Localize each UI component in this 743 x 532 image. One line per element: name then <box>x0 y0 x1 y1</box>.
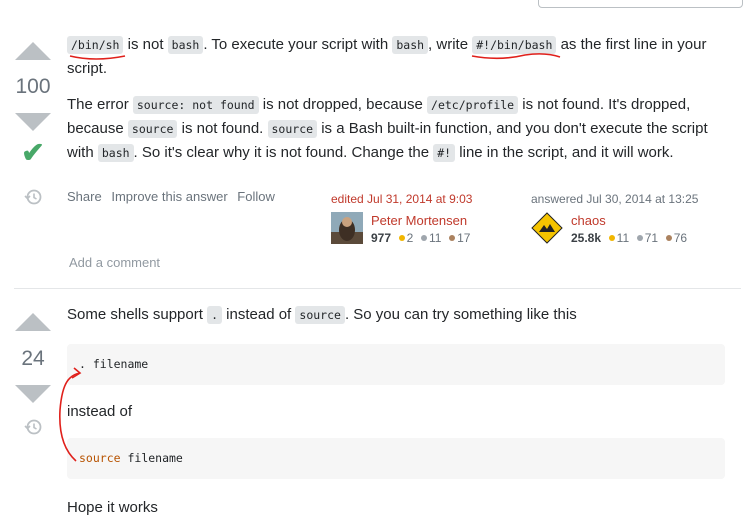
silver-badge-icon <box>420 235 427 242</box>
answer-paragraph: The error source: not found is not dropp… <box>67 96 708 162</box>
inline-code: /etc/profile <box>427 96 519 114</box>
history-icon[interactable] <box>23 417 43 437</box>
code-block: source filename <box>67 438 725 479</box>
answer-paragraph: instead of <box>67 403 133 420</box>
downvote-button[interactable] <box>15 385 51 403</box>
add-comment-link[interactable]: Add a comment <box>69 255 160 270</box>
avatar[interactable] <box>531 212 563 244</box>
answer-paragraph: Hope it works <box>67 499 158 516</box>
gold-badge-icon <box>398 235 405 242</box>
user-name[interactable]: chaos <box>571 212 687 229</box>
inline-code: #!/bin/bash <box>472 36 557 54</box>
edited-user-card: edited Jul 31, 2014 at 9:03 Peter Morten… <box>331 192 473 245</box>
gold-badge-icon <box>608 235 615 242</box>
user-name[interactable]: Peter Mortensen <box>371 212 470 229</box>
upvote-button[interactable] <box>15 42 51 60</box>
inline-code: /bin/sh <box>67 36 124 54</box>
share-link[interactable]: Share <box>67 189 102 204</box>
follow-link[interactable]: Follow <box>237 189 275 204</box>
silver-badge-icon <box>636 235 643 242</box>
avatar[interactable] <box>331 212 363 244</box>
vote-column-answer-2: 24 <box>9 313 57 437</box>
reputation: 25.8k <box>571 231 602 245</box>
answered-user-card: answered Jul 30, 2014 at 13:25 chaos 25.… <box>531 192 699 245</box>
inline-code: bash <box>167 36 204 54</box>
code-block: . filename <box>67 344 725 385</box>
inline-code: source <box>127 120 178 138</box>
post-actions: Share Improve this answer Follow <box>67 189 281 204</box>
bronze-badge-icon <box>665 235 672 242</box>
answered-timestamp[interactable]: answered Jul 30, 2014 at 13:25 <box>531 192 698 206</box>
inline-code: source: not found <box>132 96 259 114</box>
edited-timestamp[interactable]: edited Jul 31, 2014 at 9:03 <box>331 192 472 206</box>
answer-divider <box>14 288 741 289</box>
bronze-badge-icon <box>449 235 456 242</box>
answer-1-body: /bin/sh is not bash. To execute your scr… <box>67 33 727 178</box>
inline-code: source <box>267 120 318 138</box>
answer-paragraph: Some shells support . instead of source.… <box>67 306 577 324</box>
search-input[interactable] <box>538 0 743 8</box>
history-icon[interactable] <box>23 187 43 207</box>
upvote-button[interactable] <box>15 313 51 331</box>
answer-paragraph: /bin/sh is not bash. To execute your scr… <box>67 36 707 77</box>
inline-code: . <box>207 306 223 324</box>
vote-column-answer-1: 100 ✔ <box>9 42 57 207</box>
code-keyword: source <box>79 451 121 465</box>
reputation: 977 <box>371 231 392 245</box>
vote-count: 100 <box>15 75 51 98</box>
inline-code: #! <box>433 144 456 162</box>
inline-code: source <box>295 306 345 324</box>
downvote-button[interactable] <box>15 113 51 131</box>
inline-code: bash <box>97 144 134 162</box>
improve-answer-link[interactable]: Improve this answer <box>111 189 227 204</box>
inline-code: bash <box>392 36 429 54</box>
answer-2-body: Some shells support . instead of source.… <box>67 303 727 532</box>
accepted-check-icon: ✔ <box>21 137 45 168</box>
vote-count: 24 <box>21 347 45 370</box>
